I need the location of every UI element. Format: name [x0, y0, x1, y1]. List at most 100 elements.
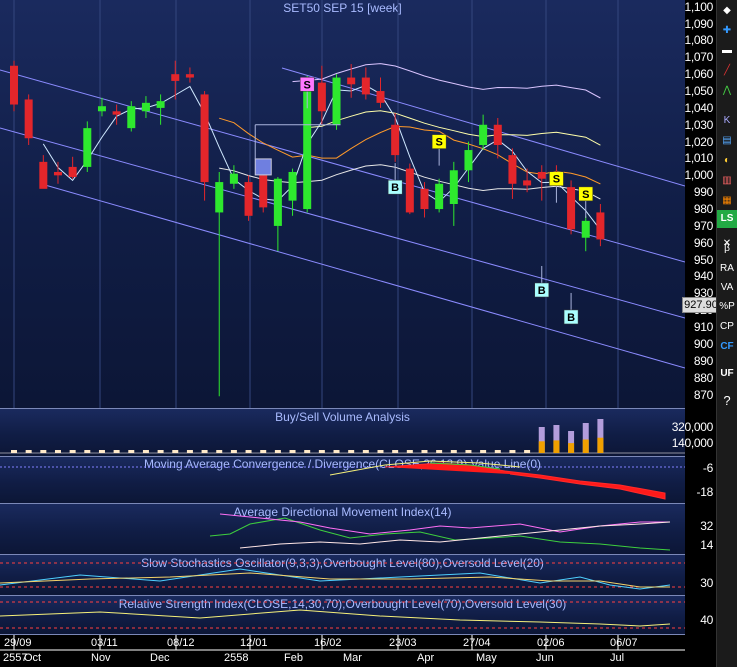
volume-bar [274, 450, 281, 453]
volume-bar [318, 450, 325, 453]
volume-bar [524, 450, 531, 453]
toolbar-button-uf[interactable]: UF [717, 365, 737, 383]
y-tick: 32 [700, 519, 713, 533]
help-icon[interactable]: ? [717, 392, 737, 410]
toolbar-button-icon[interactable]: ▦ [717, 192, 737, 210]
volume-bar [54, 450, 61, 453]
candle-body [376, 91, 385, 103]
adx-axis: 32 14 [685, 504, 715, 554]
toolbar-button-icon[interactable]: ◐ [717, 152, 737, 170]
candle-body [39, 161, 48, 189]
price-panel[interactable]: SET50 SEP 15 [week] SBSSSBB [0, 0, 685, 409]
candle-body [361, 77, 370, 95]
candle-body [435, 183, 444, 210]
y-tick: 1,070 [684, 50, 713, 65]
toolbar-button-ra[interactable]: RA [717, 260, 737, 278]
toolbar-button-icon[interactable]: ╱ [717, 62, 737, 80]
candle-body [464, 150, 473, 171]
candle-body [127, 106, 136, 129]
signal-label: B [538, 285, 546, 297]
candle-body [581, 220, 590, 238]
y-tick: 950 [693, 252, 713, 267]
toolbar-button-icon[interactable]: ✚ [717, 22, 737, 40]
x-label: 23/03 [389, 637, 417, 649]
candle-body [317, 82, 326, 112]
rsi-panel[interactable]: Relative Strength Index(CLOSE,14,30,70),… [0, 596, 685, 635]
macd-panel[interactable]: Moving Average Convergence / Divergence(… [0, 457, 685, 504]
volume-bar [201, 450, 208, 453]
y-tick: 1,030 [684, 117, 713, 132]
volume-bar [377, 450, 384, 453]
x-label: Feb [284, 652, 303, 664]
toolbar-button-icon[interactable]: K [717, 112, 737, 130]
candle-body [449, 170, 458, 204]
stoch-axis: 30 [685, 555, 715, 595]
volume-bar [113, 450, 120, 453]
volume-bar [494, 450, 501, 453]
candle-body [259, 175, 268, 208]
toolbar-button-icon[interactable]: ▥ [717, 172, 737, 190]
volume-bar [553, 440, 560, 453]
volume-bar [157, 450, 164, 453]
signal-label: S [304, 79, 311, 91]
y-tick: 910 [693, 320, 713, 335]
candle-body [97, 106, 106, 112]
volume-bar [538, 441, 545, 453]
candle-body [523, 180, 532, 186]
candle-body [10, 65, 18, 105]
volume-chart [0, 419, 685, 454]
toolbar-button-cp[interactable]: CP [717, 318, 737, 336]
x-label: Mar [343, 652, 362, 664]
rsi-chart [0, 601, 685, 629]
x-label: May [476, 652, 497, 664]
volume-bar [450, 450, 457, 453]
rsi-axis: 40 [685, 596, 715, 634]
candle-body [185, 74, 194, 78]
x-label: 16/02 [314, 637, 342, 649]
volume-panel[interactable]: Buy/Sell Volume Analysis [0, 409, 685, 457]
candle-body [405, 168, 414, 213]
y-tick: 1,090 [684, 16, 713, 31]
y-tick: 1,050 [684, 84, 713, 99]
toolbar-button-percent-p[interactable]: %P [717, 298, 737, 316]
candle-body [479, 124, 488, 145]
toolbar-button-cf[interactable]: CF [717, 338, 737, 356]
channel-lower-line [44, 184, 685, 369]
rsi-line [0, 609, 671, 627]
volume-bar [304, 450, 311, 453]
candle-body [68, 166, 77, 178]
toolbar-button-va[interactable]: VA [717, 279, 737, 297]
signal-label: B [391, 182, 399, 194]
stoch-panel[interactable]: Slow Stochastics Oscillator(9,3,3),Overb… [0, 555, 685, 596]
candle-body [141, 102, 150, 112]
y-tick: 890 [693, 353, 713, 368]
x-label: Apr [417, 652, 435, 664]
volume-bar [11, 450, 17, 453]
y-tick: 140,000 [671, 436, 714, 450]
price-axis[interactable]: 1,100 1,090 1,080 1,070 1,060 1,050 1,040 1,030… [684, 0, 715, 408]
adx-panel[interactable]: Average Directional Movement Index(14) [0, 504, 685, 555]
candle-body [24, 99, 33, 139]
candle-body [332, 77, 341, 125]
volume-bar [333, 450, 340, 453]
y-tick: 990 [693, 185, 713, 200]
x-label: 03/11 [91, 637, 118, 649]
candle-body [391, 124, 400, 156]
adx-plus-line [209, 517, 671, 551]
y-tick: 1,040 [684, 100, 713, 115]
candle-body [537, 171, 546, 179]
candle-body [288, 171, 297, 201]
chart-window: SET50 SEP 15 [week] SBSSSBB Buy/Sell Vol… [0, 0, 737, 667]
toolbar-button-ls[interactable]: LS [717, 210, 737, 228]
toolbar-button-icon[interactable]: ◆ [717, 2, 737, 20]
toolbar-button-icon[interactable]: ▤ [717, 132, 737, 150]
x-label: 12/01 [240, 637, 268, 649]
x-label: 2558 [224, 652, 249, 664]
toolbar-button-icon[interactable]: ⋀ [717, 82, 737, 100]
toolbar-button-icon[interactable]: ▬ [717, 42, 737, 60]
candle-body [53, 171, 62, 176]
toolbar-button-beta[interactable]: β [717, 240, 737, 258]
volume-bar [362, 450, 369, 453]
y-tick: -18 [696, 485, 714, 499]
candle-body [596, 212, 605, 240]
